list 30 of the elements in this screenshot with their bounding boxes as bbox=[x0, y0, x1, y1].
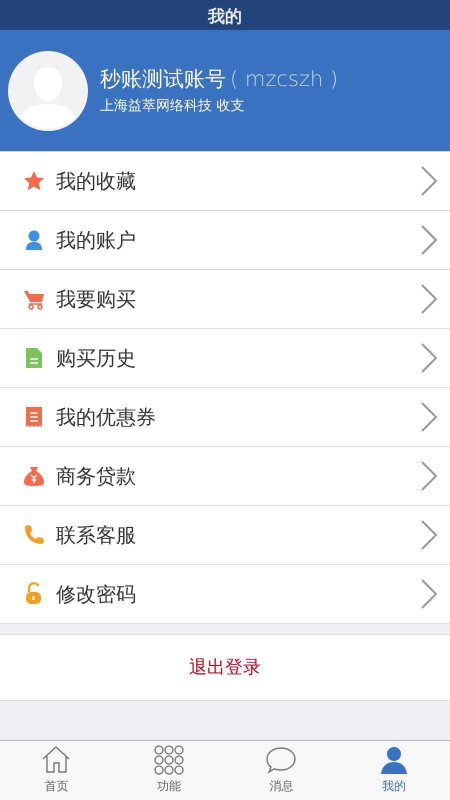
tab[interactable]: 消息 bbox=[225, 741, 338, 800]
tab[interactable]: 首页 bbox=[0, 741, 112, 800]
chevron-right-icon bbox=[420, 578, 438, 610]
menu-item[interactable]: 购买历史 bbox=[0, 329, 450, 388]
tab[interactable]: 我的 bbox=[338, 741, 450, 800]
account-name: 秒账测试账号 bbox=[100, 67, 226, 92]
menu-item[interactable]: 修改密码 bbox=[0, 565, 450, 624]
menu-item[interactable]: 我的收藏 bbox=[0, 152, 450, 211]
page-title: 我的 bbox=[208, 6, 242, 28]
account-id: ( mzcszh ) bbox=[230, 67, 338, 92]
chevron-right-icon bbox=[420, 401, 438, 433]
company-name: 上海益萃网络科技 收支 bbox=[100, 96, 246, 116]
chevron-right-icon bbox=[420, 342, 438, 374]
menu-item[interactable]: 联系客服 bbox=[0, 506, 450, 565]
grid-icon bbox=[152, 744, 185, 776]
chevron-right-icon bbox=[420, 283, 438, 315]
chevron-right-icon bbox=[420, 460, 438, 492]
chevron-right-icon bbox=[420, 224, 438, 256]
menu-item[interactable]: 我的账户 bbox=[0, 211, 450, 270]
tab[interactable]: 功能 bbox=[112, 741, 225, 800]
logout-button[interactable]: 退出登录 bbox=[0, 634, 450, 701]
money-bag-icon bbox=[22, 464, 46, 488]
star-icon bbox=[22, 169, 46, 193]
menu-item[interactable]: 商务贷款 bbox=[0, 447, 450, 506]
chevron-right-icon bbox=[420, 165, 438, 197]
phone-icon bbox=[22, 523, 46, 547]
menu-item[interactable]: 我要购买 bbox=[0, 270, 450, 329]
chevron-right-icon bbox=[420, 519, 438, 551]
avatar-icon bbox=[8, 50, 88, 130]
menu-item[interactable]: 我的优惠券 bbox=[0, 388, 450, 447]
